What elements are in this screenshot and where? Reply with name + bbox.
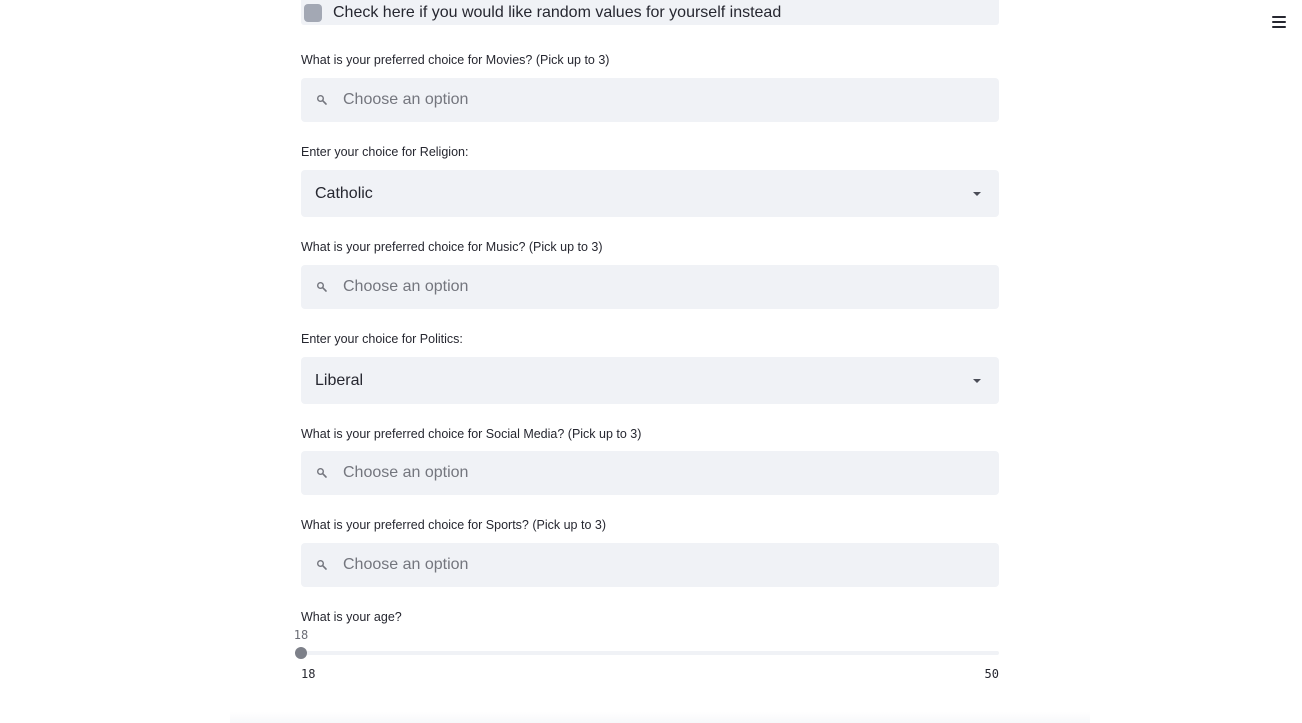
bottom-fade bbox=[230, 712, 1090, 723]
social-media-label: What is your preferred choice for Social… bbox=[301, 427, 642, 441]
hamburger-menu-icon[interactable] bbox=[1271, 14, 1287, 30]
search-icon bbox=[315, 558, 329, 572]
search-icon bbox=[315, 93, 329, 107]
movies-placeholder: Choose an option bbox=[343, 91, 469, 108]
movies-label: What is your preferred choice for Movies… bbox=[301, 53, 610, 67]
search-icon bbox=[315, 280, 329, 294]
religion-selected-value: Catholic bbox=[315, 184, 373, 202]
music-label: What is your preferred choice for Music?… bbox=[301, 240, 603, 254]
search-icon bbox=[315, 466, 329, 480]
politics-selected-value: Liberal bbox=[315, 371, 364, 389]
politics-select[interactable]: Liberal bbox=[301, 357, 999, 404]
age-slider-track[interactable] bbox=[295, 647, 999, 659]
chevron-down-icon[interactable] bbox=[973, 191, 981, 196]
age-label: What is your age? bbox=[301, 610, 402, 624]
age-slider-current-value: 18 bbox=[293, 628, 309, 642]
sports-multiselect[interactable]: Choose an option bbox=[301, 543, 999, 587]
religion-label: Enter your choice for Religion: bbox=[301, 145, 469, 159]
social-media-placeholder: Choose an option bbox=[343, 464, 469, 481]
religion-select[interactable]: Catholic bbox=[301, 170, 999, 217]
movies-multiselect[interactable]: Choose an option bbox=[301, 78, 999, 122]
random-values-checkbox-label[interactable]: Check here if you would like random valu… bbox=[333, 4, 781, 22]
app-page: Check here if you would like random valu… bbox=[0, 0, 1302, 723]
age-slider-min: 18 bbox=[301, 667, 316, 681]
music-placeholder: Choose an option bbox=[343, 278, 469, 295]
social-media-multiselect[interactable]: Choose an option bbox=[301, 451, 999, 495]
age-slider-thumb[interactable] bbox=[295, 647, 307, 659]
chevron-down-icon[interactable] bbox=[973, 378, 981, 383]
sports-label: What is your preferred choice for Sports… bbox=[301, 518, 606, 532]
politics-label: Enter your choice for Politics: bbox=[301, 332, 463, 346]
random-values-checkbox-row[interactable]: Check here if you would like random valu… bbox=[301, 0, 999, 25]
music-multiselect[interactable]: Choose an option bbox=[301, 265, 999, 309]
random-values-checkbox[interactable] bbox=[304, 3, 322, 22]
age-slider-max: 50 bbox=[984, 667, 999, 681]
sports-placeholder: Choose an option bbox=[343, 556, 469, 573]
